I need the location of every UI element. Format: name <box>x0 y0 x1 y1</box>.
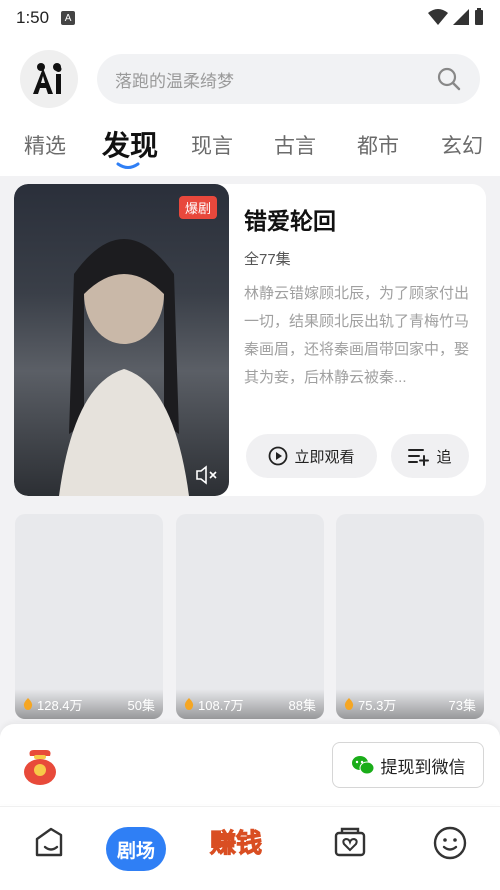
nav-tv-heart-icon[interactable] <box>332 825 368 861</box>
red-envelope-bag-icon[interactable] <box>20 746 60 786</box>
reward-bar: 提现到微信 <box>0 724 500 804</box>
search-bar[interactable]: 落跑的温柔绮梦 <box>97 54 480 104</box>
fire-icon <box>184 698 194 710</box>
mute-icon[interactable] <box>195 464 219 486</box>
fire-icon <box>23 698 33 710</box>
card-stats: 128.4万 50集 <box>15 689 163 719</box>
drama-grid-card[interactable]: 108.7万 88集 <box>176 514 324 719</box>
drama-grid-card[interactable]: 128.4万 50集 <box>15 514 163 719</box>
nav-home-icon[interactable] <box>31 825 67 861</box>
card-stats: 108.7万 88集 <box>176 689 324 719</box>
drama-grid-card[interactable]: 75.3万 73集 <box>336 514 484 719</box>
withdraw-to-wechat-button[interactable]: 提现到微信 <box>332 742 484 788</box>
content-area: 爆剧 错爱轮回 全77集 林静云错嫁顾北辰，为了顾家付出一切，结果顾北辰出轨了青… <box>0 176 500 736</box>
battery-icon <box>475 8 483 25</box>
episode-count: 73集 <box>448 697 476 713</box>
wifi-icon <box>428 9 448 25</box>
top-bar: 落跑的温柔绮梦 <box>0 44 500 114</box>
status-bar: 1:50 A <box>0 0 500 36</box>
episode-count: 50集 <box>127 697 155 713</box>
nav-theater-button[interactable]: 剧场 <box>106 827 166 871</box>
follow-button[interactable]: 追 <box>391 434 469 478</box>
category-tabs: 精选 发现 现言 古言 都市 玄幻 <box>0 122 500 170</box>
nav-earn-button[interactable]: 赚钱 <box>209 823 262 860</box>
follow-label: 追 <box>436 448 452 466</box>
watch-now-button[interactable]: 立即观看 <box>246 434 377 478</box>
app-logo[interactable] <box>20 50 78 108</box>
ai-logo-icon <box>33 63 62 94</box>
play-icon <box>269 446 288 466</box>
signal-icon <box>453 9 469 25</box>
featured-poster[interactable]: 爆剧 <box>14 184 229 496</box>
drama-title: 错爱轮回 <box>244 208 336 234</box>
status-time: 1:50 <box>16 8 50 27</box>
nav-profile-icon[interactable] <box>432 825 468 861</box>
active-tab-indicator <box>116 162 140 169</box>
tab-faxian[interactable]: 发现 <box>102 124 158 164</box>
poster-figure <box>59 239 189 496</box>
wechat-icon <box>351 756 374 775</box>
view-count: 128.4万 <box>37 697 83 713</box>
withdraw-label: 提现到微信 <box>380 757 466 777</box>
view-count: 75.3万 <box>358 697 397 713</box>
view-count: 108.7万 <box>198 697 244 713</box>
tab-jingxuan[interactable]: 精选 <box>24 130 66 160</box>
tab-xuanhuan[interactable]: 玄幻 <box>441 130 483 160</box>
notification-a-icon: A <box>61 11 76 25</box>
drama-description: 林静云错嫁顾北辰，为了顾家付出一切，结果顾北辰出轨了青梅竹马秦画眉，还将秦画眉带… <box>244 285 470 386</box>
tab-xianyan[interactable]: 现言 <box>191 130 233 160</box>
card-stats: 75.3万 73集 <box>336 689 484 719</box>
hot-badge: 爆剧 <box>178 196 217 219</box>
search-placeholder: 落跑的温柔绮梦 <box>115 71 234 91</box>
fire-icon <box>344 698 354 710</box>
tab-guyan[interactable]: 古言 <box>274 130 316 160</box>
status-icons <box>428 8 484 26</box>
drama-episodes: 全77集 <box>244 251 291 268</box>
add-to-list-icon <box>408 449 430 466</box>
tab-dushi[interactable]: 都市 <box>357 130 399 160</box>
watch-now-label: 立即观看 <box>294 448 355 466</box>
search-icon[interactable] <box>436 66 462 92</box>
featured-drama-card[interactable]: 爆剧 错爱轮回 全77集 林静云错嫁顾北辰，为了顾家付出一切，结果顾北辰出轨了青… <box>14 184 486 496</box>
bottom-nav: 剧场 赚钱 <box>0 806 500 890</box>
episode-count: 88集 <box>288 697 316 713</box>
